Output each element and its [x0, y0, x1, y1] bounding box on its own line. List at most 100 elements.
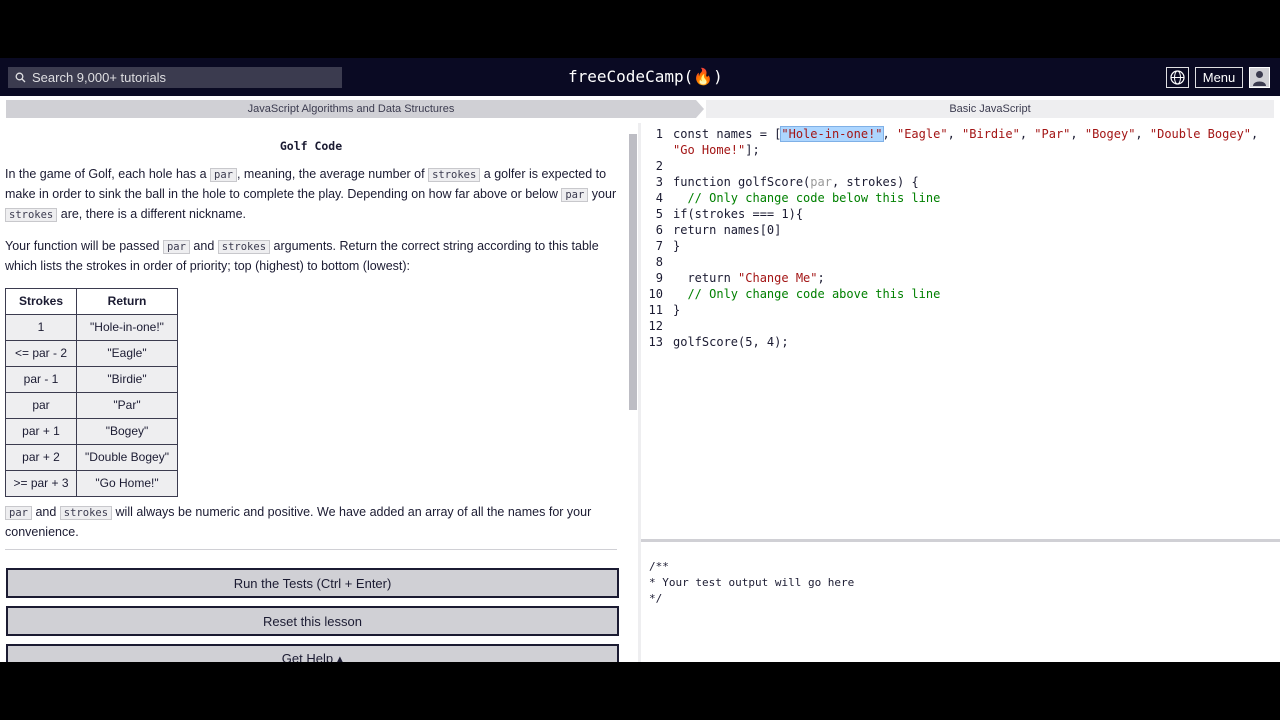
line-number: 7 — [655, 239, 663, 253]
inline-code: strokes — [428, 168, 481, 182]
code-text: } — [673, 303, 681, 317]
code-token: function golfScore( — [673, 175, 811, 189]
string-token: "Eagle" — [896, 127, 948, 141]
code-token: , — [882, 127, 897, 141]
table-row: par "Par" — [5, 392, 178, 419]
table-cell: "Birdie" — [76, 366, 178, 393]
breadcrumb-superblock[interactable]: JavaScript Algorithms and Data Structure… — [6, 100, 696, 118]
code-editor[interactable]: 1 const names = ["Hole-in-one!", "Eagle",… — [641, 123, 1280, 539]
video-letterbox-bottom — [0, 662, 1280, 720]
inline-code: par — [210, 168, 237, 182]
test-output-console: /** * Your test output will go here */ — [641, 542, 1280, 662]
table-cell: <= par - 2 — [5, 340, 77, 367]
table-cell: "Eagle" — [76, 340, 178, 367]
text: and — [189, 239, 218, 253]
text: In the game of Golf, each hole has a — [5, 167, 210, 181]
text: are, there is a different nickname. — [57, 207, 247, 221]
get-help-button[interactable]: Get Help ▴ — [6, 644, 619, 662]
line-number: 1 — [655, 127, 663, 141]
code-token: const names = [ — [673, 127, 782, 141]
code-text: golfScore(5, 4); — [673, 335, 789, 349]
user-avatar[interactable] — [1249, 67, 1270, 88]
line-number: 8 — [655, 255, 663, 269]
inline-code: strokes — [59, 506, 113, 520]
string-token: "Change Me" — [738, 271, 818, 285]
code-text: return names[0] — [673, 223, 782, 237]
line-number: 12 — [648, 319, 663, 333]
code-token: ]; — [745, 143, 760, 157]
string-token: "Bogey" — [1084, 127, 1136, 141]
code-text: "Go Home!"]; — [673, 142, 760, 158]
inline-code: strokes — [5, 208, 58, 222]
selected-string: "Hole-in-one!" — [780, 126, 884, 142]
top-navbar: Search 9,000+ tutorials freeCodeCamp(🔥) — [0, 58, 1280, 96]
line-number: 13 — [648, 335, 663, 349]
line-number: 2 — [655, 159, 663, 173]
inline-code: par — [561, 188, 589, 202]
line-number: 10 — [648, 287, 663, 301]
description-paragraph-3: par and strokes will always be numeric a… — [5, 503, 617, 542]
code-text: return "Change Me"; — [673, 270, 825, 286]
text: , meaning, the average number of — [236, 167, 429, 181]
code-token: , — [1070, 127, 1085, 141]
golf-scores-table: Strokes Return 1 "Hole-in-one!" <= par - … — [5, 288, 178, 497]
description-paragraph-1: In the game of Golf, each hole has a par… — [5, 165, 617, 225]
table-cell: par + 2 — [5, 444, 77, 471]
globe-icon — [1170, 70, 1185, 85]
video-letterbox-top — [0, 0, 1280, 58]
line-number: 3 — [655, 175, 663, 189]
line-number: 6 — [655, 223, 663, 237]
table-row: <= par - 2 "Eagle" — [5, 340, 178, 367]
table-header: Return — [76, 288, 178, 315]
string-token: "Par" — [1034, 127, 1071, 141]
menu-button[interactable]: Menu — [1195, 67, 1243, 88]
table-cell: "Par" — [76, 392, 178, 419]
instructions-pane: Golf Code In the game of Golf, each hole… — [0, 123, 628, 662]
code-text: } — [673, 239, 681, 253]
table-row: par + 2 "Double Bogey" — [5, 444, 178, 471]
challenge-description: Golf Code In the game of Golf, each hole… — [5, 137, 617, 554]
reset-lesson-button[interactable]: Reset this lesson — [6, 606, 619, 636]
code-text: function golfScore(par, strokes) { — [673, 174, 919, 190]
table-header-row: Strokes Return — [5, 288, 178, 315]
line-number: 9 — [655, 271, 663, 285]
table-cell: "Hole-in-one!" — [76, 314, 178, 341]
table-cell: "Go Home!" — [76, 470, 178, 497]
table-header: Strokes — [5, 288, 77, 315]
code-token: , — [947, 127, 963, 141]
search-bar[interactable]: Search 9,000+ tutorials — [8, 67, 342, 88]
challenge-title: Golf Code — [279, 139, 343, 153]
string-token: "Go Home!" — [673, 143, 746, 157]
code-text: if(strokes === 1){ — [673, 207, 804, 221]
table-row: >= par + 3 "Go Home!" — [5, 470, 178, 497]
text: your — [588, 187, 617, 201]
line-number: 4 — [655, 191, 663, 205]
comment-token: // Only change code above this line — [673, 287, 941, 301]
search-icon — [8, 72, 32, 83]
table-cell: 1 — [5, 314, 77, 341]
table-cell: par + 1 — [5, 418, 77, 445]
divider-line — [5, 549, 617, 550]
scrollbar-thumb[interactable] — [629, 134, 637, 410]
comment-token: // Only change code below this line — [673, 191, 941, 205]
line-number: 11 — [648, 303, 663, 317]
table-cell: par - 1 — [5, 366, 77, 393]
inline-code: par — [162, 240, 190, 254]
table-row: 1 "Hole-in-one!" — [5, 314, 178, 341]
breadcrumb-block[interactable]: Basic JavaScript — [706, 100, 1274, 118]
breadcrumb: JavaScript Algorithms and Data Structure… — [0, 96, 1280, 123]
freecodecamp-logo[interactable]: freeCodeCamp(🔥) — [568, 67, 723, 86]
table-row: par + 1 "Bogey" — [5, 418, 178, 445]
run-tests-button[interactable]: Run the Tests (Ctrl + Enter) — [6, 568, 619, 598]
inline-code: par — [5, 506, 32, 520]
code-token: , — [1019, 127, 1035, 141]
line-number: 5 — [655, 207, 663, 221]
table-cell: "Double Bogey" — [76, 444, 178, 471]
text: and — [31, 505, 60, 519]
code-token: , strokes) { — [831, 175, 919, 189]
table-cell: >= par + 3 — [5, 470, 77, 497]
language-button[interactable] — [1166, 67, 1189, 88]
code-token: , — [1135, 127, 1150, 141]
breadcrumb-arrow — [696, 100, 704, 118]
code-token: ; — [817, 271, 825, 285]
